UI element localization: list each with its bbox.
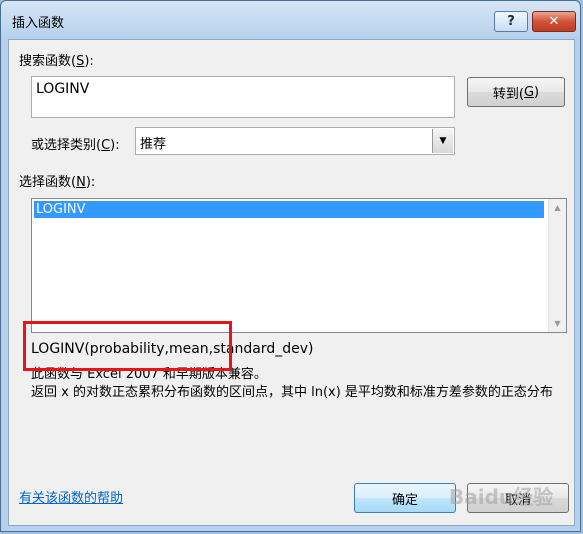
dialog-body: 搜索函数(S): LOGINV 转到(G) 或选择类别(C): 推荐 ▼ 选择函… [8,39,575,526]
cancel-button[interactable]: 取消 [467,483,569,513]
list-item[interactable]: LOGINV [34,201,544,218]
scrollbar[interactable]: ▲ ▼ [548,199,566,332]
search-label: 搜索函数(S): [19,54,94,69]
category-select[interactable]: 推荐 ▼ [135,127,455,155]
function-description: 返回 x 的对数正态累积分布函数的区间点，其中 ln(x) 是平均数和标准方差参… [31,385,553,400]
category-label: 或选择类别(C): [31,138,120,153]
help-button[interactable]: ? [494,11,528,32]
dialog-title: 插入函数 [12,16,65,31]
category-value: 推荐 [140,137,167,152]
ok-button[interactable]: 确定 [354,483,456,513]
search-input[interactable]: LOGINV [31,76,455,118]
close-button[interactable]: ✕ [532,11,576,32]
annotation-highlight-box [23,321,232,371]
title-bar[interactable]: 插入函数 ? ✕ [1,1,580,39]
function-list[interactable]: LOGINV ▲ ▼ [31,198,567,333]
scroll-down-icon[interactable]: ▼ [549,315,566,332]
function-list-label: 选择函数(N): [19,175,96,190]
scroll-up-icon[interactable]: ▲ [549,199,566,216]
function-help-link[interactable]: 有关该函数的帮助 [19,487,123,506]
insert-function-dialog: 插入函数 ? ✕ 搜索函数(S): LOGINV 转到(G) 或选择类别(C):… [0,0,581,532]
goto-button[interactable]: 转到(G) [467,77,565,107]
chevron-down-icon[interactable]: ▼ [432,129,453,153]
